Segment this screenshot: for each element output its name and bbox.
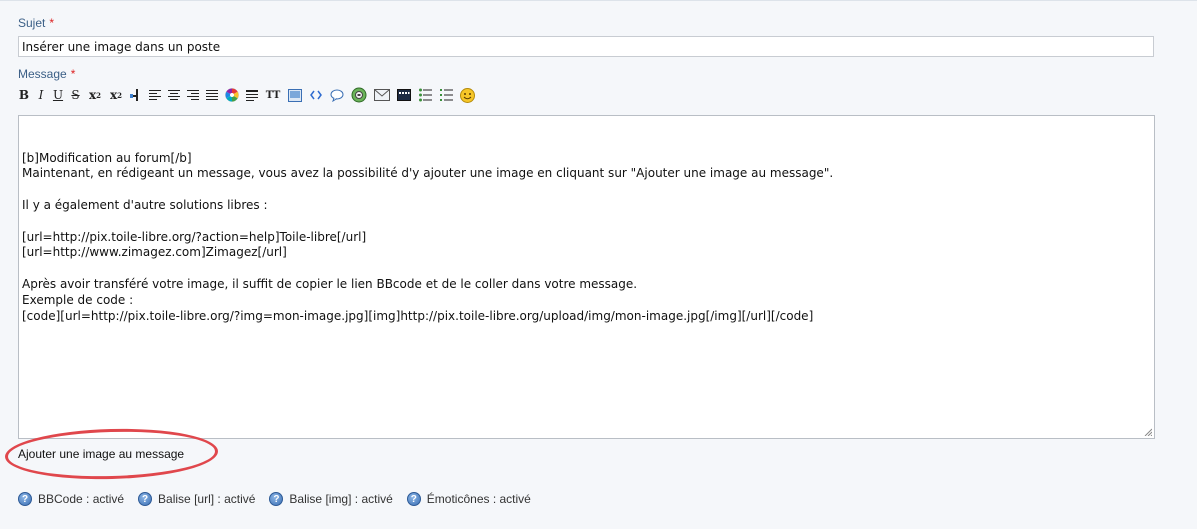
youtube-button[interactable] <box>350 86 368 104</box>
font-button[interactable]: TT <box>264 86 282 104</box>
status-emoticons-text: Émoticônes : activé <box>426 492 531 506</box>
paragraph-icon <box>130 89 138 101</box>
message-line <box>22 261 1151 277</box>
image-icon <box>288 88 302 102</box>
status-bar: ? BBCode : activé ? Balise [url] : activé … <box>18 491 545 507</box>
required-mark: * <box>49 16 55 30</box>
quote-bubble-icon <box>330 89 344 102</box>
media-button[interactable] <box>396 86 412 104</box>
globe-video-icon <box>351 87 367 103</box>
align-center-button[interactable] <box>167 86 181 104</box>
bullet-list-icon <box>418 88 432 102</box>
color-button[interactable] <box>224 86 240 104</box>
resize-grip-icon[interactable] <box>1144 428 1152 436</box>
subscript-mark: 2 <box>117 90 123 100</box>
status-url-tag-text: Balise [url] : activé <box>158 492 256 506</box>
post-form: Sujet * Insérer une image dans un poste M… <box>0 0 1197 529</box>
message-line <box>22 182 1151 198</box>
code-button[interactable] <box>308 86 324 104</box>
smiley-icon <box>459 87 475 103</box>
subject-input[interactable]: Insérer une image dans un poste <box>18 36 1154 57</box>
bbcode-toolbar: B I U S x2 x2 TT <box>18 86 480 104</box>
numbered-list-button[interactable] <box>438 86 454 104</box>
superscript-button[interactable]: x2 <box>87 86 103 104</box>
message-label: Message * <box>18 67 75 81</box>
superscript-base: x <box>88 88 97 102</box>
media-icon <box>397 89 411 101</box>
justify-button[interactable] <box>205 86 219 104</box>
message-line: Maintenant, en rédigeant un message, vou… <box>22 166 834 181</box>
email-button[interactable] <box>373 86 391 104</box>
paragraph-button[interactable] <box>129 86 143 104</box>
message-line <box>22 214 1151 230</box>
subject-label-text: Sujet <box>18 16 46 30</box>
help-icon[interactable]: ? <box>406 492 421 506</box>
numbered-list-icon <box>439 89 453 101</box>
align-right-button[interactable] <box>186 86 200 104</box>
underline-button[interactable]: U <box>52 86 64 104</box>
strike-button[interactable]: S <box>69 86 82 104</box>
align-left-icon <box>149 89 161 100</box>
superscript-mark: 2 <box>96 90 102 100</box>
align-center-icon <box>168 89 180 100</box>
size-button[interactable] <box>245 86 259 104</box>
help-icon[interactable]: ? <box>18 492 32 506</box>
image-button[interactable] <box>287 86 303 104</box>
status-emoticons: ? Émoticônes : activé <box>406 492 531 506</box>
subscript-base: x <box>109 88 118 102</box>
help-icon[interactable]: ? <box>269 492 284 506</box>
italic-button[interactable]: I <box>35 86 47 104</box>
message-line: Après avoir transféré votre image, il su… <box>22 276 638 291</box>
message-line: Exemple de code : <box>22 292 134 307</box>
message-line: [url=http://pix.toile-libre.org/?action=… <box>22 229 367 244</box>
bullet-list-button[interactable] <box>417 86 433 104</box>
justify-icon <box>206 89 218 100</box>
font-size-icon <box>246 89 258 101</box>
align-right-icon <box>187 89 199 100</box>
envelope-icon <box>374 89 390 101</box>
code-icon <box>310 90 322 100</box>
message-line: Il y a également d'autre solutions libre… <box>22 197 268 212</box>
subject-label: Sujet * <box>18 16 54 30</box>
status-bbcode-text: BBCode : activé <box>38 492 125 506</box>
quote-button[interactable] <box>329 86 345 104</box>
status-img-tag: ? Balise [img] : activé <box>269 492 393 506</box>
status-bbcode: ? BBCode : activé <box>18 492 124 506</box>
status-url-tag: ? Balise [url] : activé <box>138 492 255 506</box>
align-left-button[interactable] <box>148 86 162 104</box>
color-wheel-icon <box>225 88 239 102</box>
message-label-text: Message <box>18 67 67 81</box>
message-line: [url=http://www.zimagez.com]Zimagez[/url… <box>22 245 287 260</box>
help-icon[interactable]: ? <box>138 492 153 506</box>
message-line: [b]Modification au forum[/b] <box>22 150 192 165</box>
status-img-tag-text: Balise [img] : activé <box>289 492 393 506</box>
required-mark: * <box>70 67 76 81</box>
bold-button[interactable]: B <box>18 86 30 104</box>
add-image-link[interactable]: Ajouter une image au message <box>18 447 184 461</box>
subscript-button[interactable]: x2 <box>108 86 124 104</box>
message-textarea[interactable]: [b]Modification au forum[/b] Maintenant, … <box>18 115 1155 439</box>
smiley-button[interactable] <box>459 86 475 104</box>
message-line: [code][url=http://pix.toile-libre.org/?i… <box>22 308 814 323</box>
